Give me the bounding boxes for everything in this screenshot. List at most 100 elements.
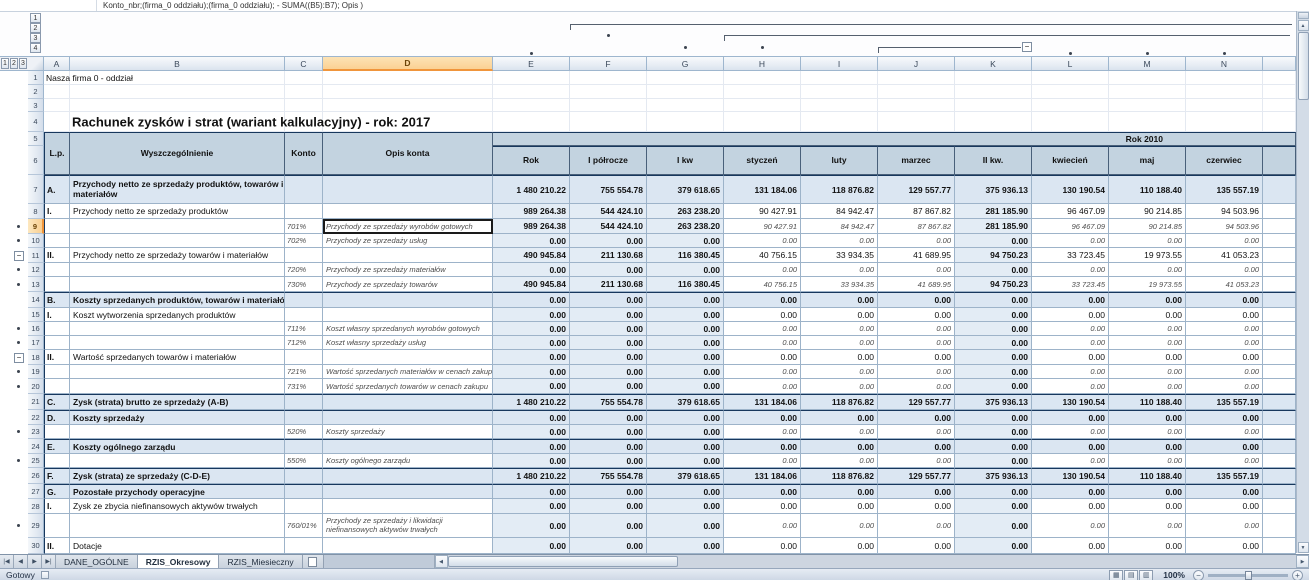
cell-C14[interactable] [285,292,323,308]
cell-G16[interactable]: 0.00 [647,322,724,336]
cell-K13[interactable]: 94 750.23 [955,277,1032,292]
row-header-29[interactable]: 29 [28,514,44,538]
header-period-czerwiec[interactable]: czerwiec [1186,146,1263,175]
cell-A23[interactable] [44,425,70,439]
cell-B10[interactable] [70,234,285,248]
cell-B25[interactable] [70,454,285,468]
cell-J30[interactable]: 0.00 [878,538,955,554]
cell-K7[interactable]: 375 936.13 [955,175,1032,204]
cell-A29[interactable] [44,514,70,538]
cell-D1[interactable] [323,71,493,85]
cell-J28[interactable]: 0.00 [878,499,955,514]
cell-H27[interactable]: 0.00 [724,484,801,499]
cell-J1[interactable] [878,71,955,85]
cell-N16[interactable]: 0.00 [1186,322,1263,336]
cell-N2[interactable] [1186,85,1263,99]
cell-D3[interactable] [323,99,493,112]
cell-G18[interactable]: 0.00 [647,350,724,365]
cell-N27[interactable]: 0.00 [1186,484,1263,499]
sheet-tab-DANE_OGÓLNE[interactable]: DANE_OGÓLNE [56,555,138,568]
cell-J27[interactable]: 0.00 [878,484,955,499]
cell-A3[interactable] [44,99,70,112]
cell-K20[interactable]: 0.00 [955,379,1032,394]
cell-O26[interactable] [1263,468,1296,484]
cell-O27[interactable] [1263,484,1296,499]
cell-L3[interactable] [1032,99,1109,112]
cell-F13[interactable]: 211 130.68 [570,277,647,292]
cell-C18[interactable] [285,350,323,365]
cell-N18[interactable]: 0.00 [1186,350,1263,365]
cell-H22[interactable]: 0.00 [724,410,801,425]
cell-D22[interactable] [323,410,493,425]
cell-K16[interactable]: 0.00 [955,322,1032,336]
cell-F27[interactable]: 0.00 [570,484,647,499]
column-outline-dot[interactable] [1223,52,1226,55]
header-period-styczeń[interactable]: styczeń [724,146,801,175]
cell-E30[interactable]: 0.00 [493,538,570,554]
cell-M25[interactable]: 0.00 [1109,454,1186,468]
cell-J11[interactable]: 41 689.95 [878,248,955,263]
cell-K30[interactable]: 0.00 [955,538,1032,554]
cell-I9[interactable]: 84 942.47 [801,219,878,234]
cell-N4[interactable] [1186,112,1263,132]
row-outline-dot[interactable] [17,524,20,527]
header-period-I półrocze[interactable]: I półrocze [570,146,647,175]
column-header-F[interactable]: F [570,56,647,71]
cell-I13[interactable]: 33 934.35 [801,277,878,292]
cell-C26[interactable] [285,468,323,484]
cell-I8[interactable]: 84 942.47 [801,204,878,219]
cell-K23[interactable]: 0.00 [955,425,1032,439]
cell-J2[interactable] [878,85,955,99]
cell-F19[interactable]: 0.00 [570,365,647,379]
zoom-in-button[interactable]: + [1292,569,1303,580]
cell-F2[interactable] [570,85,647,99]
zoom-level-label[interactable]: 100% [1163,570,1185,580]
header-period-partial[interactable] [1263,146,1296,175]
view-normal-button[interactable]: ▦ [1109,569,1124,580]
cell-L12[interactable]: 0.00 [1032,263,1109,277]
row-outline-dot[interactable] [17,282,20,286]
header-period-maj[interactable]: maj [1109,146,1186,175]
cell-N28[interactable]: 0.00 [1186,499,1263,514]
cell-M27[interactable]: 0.00 [1109,484,1186,499]
cell-A9[interactable] [44,219,70,234]
cell-K14[interactable]: 0.00 [955,292,1032,308]
column-outline-dot[interactable] [607,34,610,37]
cell-E9[interactable]: 989 264.38 [493,219,570,234]
cell-C1[interactable] [285,71,323,85]
zoom-slider-thumb[interactable] [1245,570,1252,580]
cell-A2[interactable] [44,85,70,99]
header-period-Rok[interactable]: Rok [493,146,570,175]
column-outline-level-button[interactable]: 4 [30,43,41,53]
cell-E19[interactable]: 0.00 [493,365,570,379]
cell-L19[interactable]: 0.00 [1032,365,1109,379]
cell-A24[interactable]: E. [44,439,70,454]
cell-C11[interactable] [285,248,323,263]
cell-N14[interactable]: 0.00 [1186,292,1263,308]
cell-E18[interactable]: 0.00 [493,350,570,365]
cell-M8[interactable]: 90 214.85 [1109,204,1186,219]
cell-F18[interactable]: 0.00 [570,350,647,365]
cell-E3[interactable] [493,99,570,112]
cell-H30[interactable]: 0.00 [724,538,801,554]
cell-F14[interactable]: 0.00 [570,292,647,308]
cell-B14[interactable]: Koszty sprzedanych produktów, towarów i … [70,292,285,308]
cell-L8[interactable]: 96 467.09 [1032,204,1109,219]
cell-C23[interactable]: 520% [285,425,323,439]
sheet-nav-next-button[interactable]: ▶ [28,555,42,568]
cell-E8[interactable]: 989 264.38 [493,204,570,219]
horizontal-scroll-track[interactable] [678,555,1296,568]
cell-M14[interactable]: 0.00 [1109,292,1186,308]
cell-N29[interactable]: 0.00 [1186,514,1263,538]
cell-O25[interactable] [1263,454,1296,468]
cell-E24[interactable]: 0.00 [493,439,570,454]
cell-L7[interactable]: 130 190.54 [1032,175,1109,204]
view-page-layout-button[interactable]: ▤ [1124,569,1139,580]
cell-O12[interactable] [1263,263,1296,277]
cell-B2[interactable] [70,85,285,99]
cell-N21[interactable]: 135 557.19 [1186,394,1263,410]
cell-G29[interactable]: 0.00 [647,514,724,538]
cell-B12[interactable] [70,263,285,277]
cell-G30[interactable]: 0.00 [647,538,724,554]
row-header-16[interactable]: 16 [28,322,44,336]
